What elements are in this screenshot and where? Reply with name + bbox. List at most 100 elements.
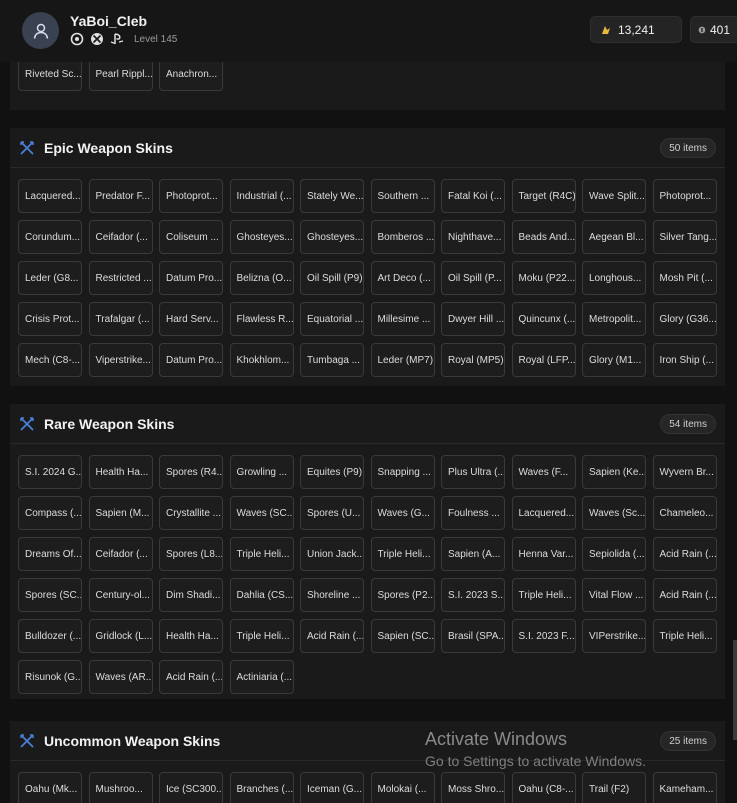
skin-item[interactable]: Wyvern Br... xyxy=(652,455,717,489)
skin-item[interactable]: Hard Serv... xyxy=(159,302,223,336)
skin-item[interactable]: Bomberos ... xyxy=(370,220,435,254)
skin-item[interactable]: Lacquered... xyxy=(511,496,576,530)
skin-item[interactable]: Health Ha... xyxy=(88,455,153,489)
skin-item[interactable]: Photoprot... xyxy=(652,179,717,213)
skin-item[interactable]: Growling ... xyxy=(229,455,294,489)
skin-item[interactable]: Bulldozer (... xyxy=(18,619,82,653)
skin-item[interactable]: Datum Pro... xyxy=(159,261,223,295)
skin-item[interactable]: Sapien (A... xyxy=(441,537,505,571)
skin-item[interactable]: Dahlia (CS... xyxy=(229,578,294,612)
skin-item[interactable]: Foulness ... xyxy=(441,496,505,530)
skin-item[interactable]: Acid Rain (... xyxy=(652,578,717,612)
skin-item[interactable]: Restricted ... xyxy=(88,261,153,295)
skin-item[interactable]: Triple Heli... xyxy=(511,578,576,612)
skin-item[interactable]: Molokai (... xyxy=(370,772,435,803)
skin-item[interactable]: Art Deco (... xyxy=(370,261,435,295)
skin-item[interactable]: Snapping ... xyxy=(370,455,435,489)
skin-item[interactable]: Leder (MP7) xyxy=(370,343,435,377)
skin-item[interactable]: Union Jack... xyxy=(300,537,364,571)
skin-item[interactable]: Photoprot... xyxy=(159,179,223,213)
skin-item[interactable]: Nighthave... xyxy=(441,220,505,254)
skin-item[interactable]: Waves (SC... xyxy=(229,496,294,530)
skin-item[interactable]: Dim Shadi... xyxy=(159,578,223,612)
skin-item[interactable]: Glory (G36... xyxy=(652,302,717,336)
skin-item[interactable]: Royal (LFP... xyxy=(511,343,576,377)
skin-item[interactable]: Triple Heli... xyxy=(229,619,294,653)
skin-item[interactable]: VIPerstrike... xyxy=(582,619,646,653)
skin-item[interactable]: Quincunx (... xyxy=(511,302,576,336)
skin-item[interactable]: Compass (... xyxy=(18,496,82,530)
skin-item[interactable]: Ice (SC300... xyxy=(159,772,223,803)
skin-item[interactable]: Viperstrike... xyxy=(88,343,153,377)
skin-item[interactable]: Mosh Pit (... xyxy=(652,261,717,295)
section-header[interactable]: Epic Weapon Skins 50 items xyxy=(10,128,725,168)
skin-item[interactable]: Anachron... xyxy=(159,57,223,91)
skin-item[interactable]: Millesime ... xyxy=(370,302,435,336)
skin-item[interactable]: Glory (M1... xyxy=(582,343,646,377)
skin-item[interactable]: Crisis Prot... xyxy=(18,302,82,336)
skin-item[interactable]: Waves (Sc... xyxy=(582,496,646,530)
skin-item[interactable]: Spores (L8... xyxy=(159,537,223,571)
skin-item[interactable]: Predator F... xyxy=(88,179,153,213)
skin-item[interactable]: Iceman (G... xyxy=(300,772,364,803)
skin-item[interactable]: Silver Tang... xyxy=(652,220,717,254)
skin-item[interactable]: Sapien (Ke... xyxy=(582,455,646,489)
tokens-balance[interactable]: 401 xyxy=(690,16,737,43)
skin-item[interactable]: Waves (AR... xyxy=(88,660,153,694)
skin-item[interactable]: S.I. 2023 S... xyxy=(441,578,505,612)
skin-item[interactable]: Moss Shro... xyxy=(441,772,505,803)
skin-item[interactable]: Iron Ship (... xyxy=(652,343,717,377)
skin-item[interactable]: Dwyer Hill ... xyxy=(441,302,505,336)
skin-item[interactable]: Belizna (O... xyxy=(229,261,294,295)
skin-item[interactable]: Triple Heli... xyxy=(229,537,294,571)
skin-item[interactable]: Oil Spill (P9) xyxy=(300,261,364,295)
skin-item[interactable]: Industrial (... xyxy=(229,179,294,213)
skin-item[interactable]: Lacquered... xyxy=(18,179,82,213)
skin-item[interactable]: Fatal Koi (... xyxy=(441,179,505,213)
skin-item[interactable]: Brasil (SPA... xyxy=(441,619,505,653)
skin-item[interactable]: Oil Spill (P... xyxy=(441,261,505,295)
skin-item[interactable]: Sapien (SC... xyxy=(370,619,435,653)
skin-item[interactable]: Southern ... xyxy=(370,179,435,213)
skin-item[interactable]: Khokhlom... xyxy=(229,343,294,377)
skin-item[interactable]: Century-ol... xyxy=(88,578,153,612)
skin-item[interactable]: Coliseum ... xyxy=(159,220,223,254)
skin-item[interactable]: S.I. 2024 G... xyxy=(18,455,82,489)
skin-item[interactable]: Flawless R... xyxy=(229,302,294,336)
skin-item[interactable]: Plus Ultra (... xyxy=(441,455,505,489)
skin-item[interactable]: Equatorial ... xyxy=(300,302,364,336)
skin-item[interactable]: Acid Rain (... xyxy=(652,537,717,571)
skin-item[interactable]: Spores (R4... xyxy=(159,455,223,489)
scrollbar-thumb[interactable] xyxy=(733,640,737,740)
skin-item[interactable]: Waves (F... xyxy=(511,455,576,489)
skin-item[interactable]: Stately We... xyxy=(300,179,364,213)
section-header[interactable]: Rare Weapon Skins 54 items xyxy=(10,404,725,444)
skin-item[interactable]: Trail (F2) xyxy=(582,772,646,803)
skin-item[interactable]: Aegean Bl... xyxy=(582,220,646,254)
skin-item[interactable]: Ghosteyes... xyxy=(229,220,294,254)
skin-item[interactable]: Ghosteyes... xyxy=(300,220,364,254)
skin-item[interactable]: Riveted Sc... xyxy=(18,57,82,91)
skin-item[interactable]: Kameham... xyxy=(652,772,717,803)
skin-item[interactable]: Beads And... xyxy=(511,220,576,254)
avatar[interactable] xyxy=(22,12,59,49)
skin-item[interactable]: Spores (U... xyxy=(300,496,364,530)
skin-item[interactable]: Oahu (Mk... xyxy=(18,772,82,803)
skin-item[interactable]: Moku (P22... xyxy=(511,261,576,295)
skin-item[interactable]: Royal (MP5) xyxy=(441,343,505,377)
skin-item[interactable]: Chameleo... xyxy=(652,496,717,530)
skin-item[interactable]: Gridlock (L... xyxy=(88,619,153,653)
skin-item[interactable]: Crystallite ... xyxy=(159,496,223,530)
skin-item[interactable]: Health Ha... xyxy=(159,619,223,653)
skin-item[interactable]: Triple Heli... xyxy=(652,619,717,653)
skin-item[interactable]: Leder (G8... xyxy=(18,261,82,295)
skin-item[interactable]: Wave Split... xyxy=(582,179,646,213)
skin-item[interactable]: Spores (P2... xyxy=(370,578,435,612)
credits-balance[interactable]: 13,241 xyxy=(590,16,682,43)
skin-item[interactable]: Dreams Of... xyxy=(18,537,82,571)
skin-item[interactable]: Oahu (C8-... xyxy=(511,772,576,803)
skin-item[interactable]: Branches (... xyxy=(229,772,294,803)
skin-item[interactable]: Ceifador (... xyxy=(88,537,153,571)
skin-item[interactable]: Tumbaga ... xyxy=(300,343,364,377)
skin-item[interactable]: Metropolit... xyxy=(582,302,646,336)
